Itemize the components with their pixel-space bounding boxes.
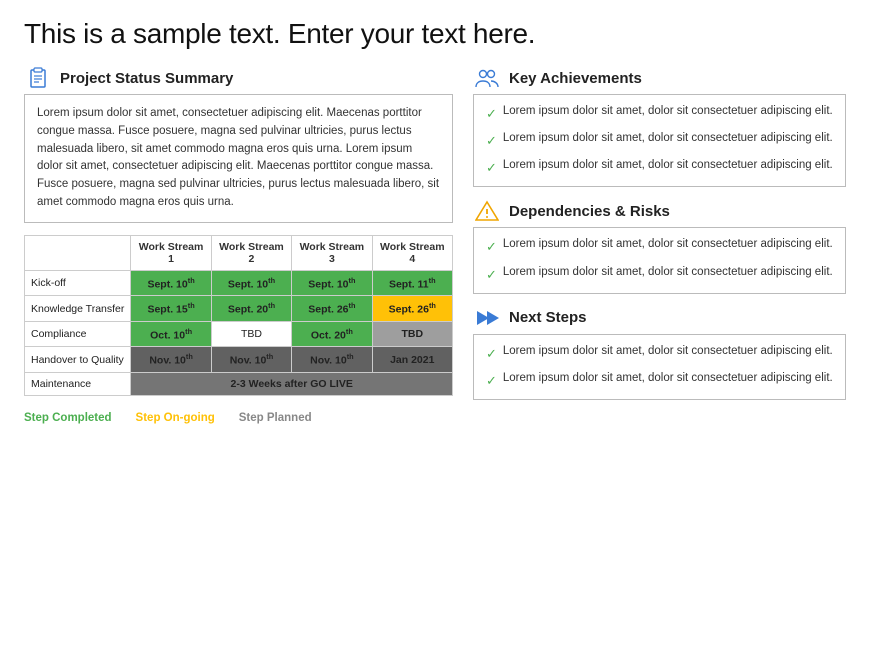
cell-maintenance-span: 2-3 Weeks after GO LIVE: [131, 372, 453, 395]
main-title: This is a sample text. Enter your text h…: [24, 18, 846, 50]
check-icon-r2: ✓: [486, 265, 497, 285]
table-row: Knowledge Transfer Sept. 15th Sept. 20th…: [25, 296, 453, 322]
col-header-ws1: Work Stream 1: [131, 235, 211, 270]
cell-kt-ws4: Sept. 26th: [372, 296, 452, 322]
cell-comp-ws4: TBD: [372, 321, 452, 347]
schedule-table-section: Work Stream 1 Work Stream 2 Work Stream …: [24, 235, 453, 396]
clipboard-icon: [24, 64, 52, 92]
group-icon: [473, 64, 501, 92]
cell-comp-ws3: Oct. 20th: [292, 321, 372, 347]
next-icon: [473, 304, 501, 332]
next-item-1: ✓ Lorem ipsum dolor sit amet, dolor sit …: [486, 343, 833, 364]
cell-comp-ws1: Oct. 10th: [131, 321, 211, 347]
risks-section: Dependencies & Risks ✓ Lorem ipsum dolor…: [473, 197, 846, 293]
risks-box: ✓ Lorem ipsum dolor sit amet, dolor sit …: [473, 227, 846, 293]
cell-kt-ws2: Sept. 20th: [211, 296, 291, 322]
cell-hand-ws3: Nov. 10th: [292, 347, 372, 373]
summary-box: Lorem ipsum dolor sit amet, consectetuer…: [24, 94, 453, 223]
cell-kickoff-ws2: Sept. 10th: [211, 270, 291, 296]
risk-item-2: ✓ Lorem ipsum dolor sit amet, dolor sit …: [486, 264, 833, 285]
cell-kt-ws1: Sept. 15th: [131, 296, 211, 322]
next-steps-section: Next Steps ✓ Lorem ipsum dolor sit amet,…: [473, 304, 846, 400]
next-text-1: Lorem ipsum dolor sit amet, dolor sit co…: [503, 343, 833, 361]
table-row: Kick-off Sept. 10th Sept. 10th Sept. 10t…: [25, 270, 453, 296]
next-steps-title: Next Steps: [509, 309, 587, 326]
cell-comp-ws2: TBD: [211, 321, 291, 347]
achievements-header: Key Achievements: [473, 64, 846, 92]
warning-icon: [473, 197, 501, 225]
achievement-text-3: Lorem ipsum dolor sit amet, dolor sit co…: [503, 157, 833, 175]
row-label-kickoff: Kick-off: [25, 270, 131, 296]
check-icon-n2: ✓: [486, 371, 497, 391]
row-label-handover: Handover to Quality: [25, 347, 131, 373]
achievements-section: Key Achievements ✓ Lorem ipsum dolor sit…: [473, 64, 846, 187]
achievement-item-1: ✓ Lorem ipsum dolor sit amet, dolor sit …: [486, 103, 833, 124]
legend-completed: Step Completed: [24, 412, 112, 424]
project-status-title: Project Status Summary: [60, 70, 233, 87]
risk-text-1: Lorem ipsum dolor sit amet, dolor sit co…: [503, 236, 833, 254]
summary-text: Lorem ipsum dolor sit amet, consectetuer…: [37, 107, 439, 208]
project-status-section: Project Status Summary Lorem ipsum dolor…: [24, 64, 453, 223]
next-steps-header: Next Steps: [473, 304, 846, 332]
table-row: Handover to Quality Nov. 10th Nov. 10th …: [25, 347, 453, 373]
table-row: Maintenance 2-3 Weeks after GO LIVE: [25, 372, 453, 395]
col-header-ws4: Work Stream 4: [372, 235, 452, 270]
achievement-text-2: Lorem ipsum dolor sit amet, dolor sit co…: [503, 130, 833, 148]
col-header-ws3: Work Stream 3: [292, 235, 372, 270]
risk-item-1: ✓ Lorem ipsum dolor sit amet, dolor sit …: [486, 236, 833, 257]
check-icon-2: ✓: [486, 131, 497, 151]
check-icon-1: ✓: [486, 104, 497, 124]
check-icon-3: ✓: [486, 158, 497, 178]
col-header-label: [25, 235, 131, 270]
col-header-ws2: Work Stream 2: [211, 235, 291, 270]
check-icon-n1: ✓: [486, 344, 497, 364]
cell-kickoff-ws4: Sept. 11th: [372, 270, 452, 296]
achievement-item-3: ✓ Lorem ipsum dolor sit amet, dolor sit …: [486, 157, 833, 178]
achievements-title: Key Achievements: [509, 70, 642, 87]
right-column: Key Achievements ✓ Lorem ipsum dolor sit…: [473, 64, 846, 424]
achievements-box: ✓ Lorem ipsum dolor sit amet, dolor sit …: [473, 94, 846, 187]
project-status-header: Project Status Summary: [24, 64, 453, 92]
row-label-maintenance: Maintenance: [25, 372, 131, 395]
legend-planned: Step Planned: [239, 412, 312, 424]
legend-ongoing: Step On-going: [136, 412, 215, 424]
left-column: Project Status Summary Lorem ipsum dolor…: [24, 64, 453, 424]
cell-kt-ws3: Sept. 26th: [292, 296, 372, 322]
achievement-item-2: ✓ Lorem ipsum dolor sit amet, dolor sit …: [486, 130, 833, 151]
cell-kickoff-ws1: Sept. 10th: [131, 270, 211, 296]
legend: Step Completed Step On-going Step Planne…: [24, 412, 453, 424]
schedule-table: Work Stream 1 Work Stream 2 Work Stream …: [24, 235, 453, 396]
next-steps-box: ✓ Lorem ipsum dolor sit amet, dolor sit …: [473, 334, 846, 400]
table-row: Compliance Oct. 10th TBD Oct. 20th TBD: [25, 321, 453, 347]
row-label-kt: Knowledge Transfer: [25, 296, 131, 322]
check-icon-r1: ✓: [486, 237, 497, 257]
achievement-text-1: Lorem ipsum dolor sit amet, dolor sit co…: [503, 103, 833, 121]
row-label-compliance: Compliance: [25, 321, 131, 347]
risk-text-2: Lorem ipsum dolor sit amet, dolor sit co…: [503, 264, 833, 282]
risks-header: Dependencies & Risks: [473, 197, 846, 225]
next-item-2: ✓ Lorem ipsum dolor sit amet, dolor sit …: [486, 370, 833, 391]
cell-hand-ws4: Jan 2021: [372, 347, 452, 373]
cell-hand-ws2: Nov. 10th: [211, 347, 291, 373]
cell-kickoff-ws3: Sept. 10th: [292, 270, 372, 296]
cell-hand-ws1: Nov. 10th: [131, 347, 211, 373]
risks-title: Dependencies & Risks: [509, 203, 670, 220]
next-text-2: Lorem ipsum dolor sit amet, dolor sit co…: [503, 370, 833, 388]
